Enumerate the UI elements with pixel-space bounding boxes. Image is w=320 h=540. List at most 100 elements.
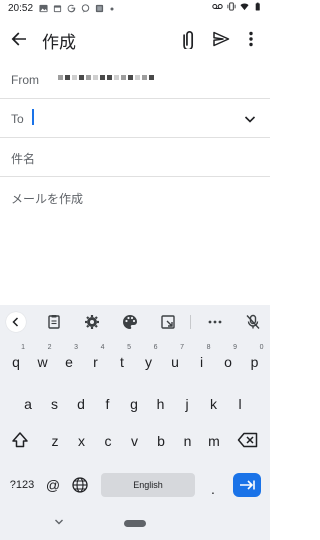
redaction-block [65, 75, 70, 80]
palette-icon[interactable] [121, 313, 139, 331]
key-label: o [224, 354, 232, 370]
globe-icon[interactable] [71, 476, 89, 494]
redaction-block [121, 75, 126, 80]
key-number-hint: 0 [259, 344, 264, 351]
redaction-block [128, 75, 133, 80]
redaction-block [79, 75, 84, 80]
image-icon [39, 4, 48, 13]
resize-icon[interactable] [159, 313, 177, 331]
key-g[interactable]: g [121, 386, 147, 422]
redaction-block [149, 75, 154, 80]
key-row-3: zxcvbnm [0, 423, 270, 463]
key-number-hint: 2 [47, 344, 52, 351]
key-t[interactable]: t5 [109, 344, 135, 380]
key-q[interactable]: q1 [3, 344, 29, 380]
key-number-hint: 9 [233, 344, 237, 351]
key-w[interactable]: w2 [30, 344, 56, 380]
google-icon [67, 4, 76, 13]
period-key[interactable]: . [205, 477, 221, 501]
page-title: 作成 [42, 33, 76, 52]
redaction-block [58, 75, 63, 80]
vibrate-icon [227, 2, 236, 11]
mic-off-icon[interactable] [244, 313, 262, 331]
redaction-block [135, 75, 140, 80]
from-label: From [11, 73, 39, 87]
wifi-icon [240, 3, 249, 11]
to-field[interactable]: To [0, 99, 270, 138]
clipboard-icon[interactable] [45, 313, 63, 331]
redaction-block [93, 75, 98, 80]
key-x[interactable]: x [69, 423, 95, 459]
key-label: q [12, 354, 20, 370]
space-bar[interactable]: English [101, 473, 195, 497]
key-v[interactable]: v [122, 423, 148, 459]
key-label: e [65, 354, 73, 370]
calendar-icon [53, 5, 62, 13]
status-bar: 20:52 [0, 0, 270, 17]
more-icon[interactable] [206, 313, 224, 331]
redaction-block [142, 75, 147, 80]
key-number-hint: 6 [153, 344, 158, 351]
redaction-block [107, 75, 112, 80]
to-label: To [11, 112, 24, 126]
key-row-4: ?123 @ English . [0, 471, 270, 511]
more-vert-icon[interactable] [244, 29, 258, 49]
redaction-block [72, 75, 77, 80]
key-n[interactable]: n [175, 423, 201, 459]
status-system-icons [212, 2, 262, 11]
subject-placeholder: 件名 [11, 152, 36, 166]
key-o[interactable]: o9 [215, 344, 241, 380]
settings-icon[interactable] [83, 313, 101, 331]
enter-key[interactable] [233, 473, 261, 497]
toolbar-divider [190, 315, 191, 329]
key-label: r [93, 354, 98, 370]
battery-icon [255, 2, 260, 11]
key-f[interactable]: f [95, 386, 121, 422]
key-b[interactable]: b [148, 423, 174, 459]
keyboard-toolbar [0, 305, 270, 340]
key-c[interactable]: c [95, 423, 121, 459]
home-handle[interactable] [124, 520, 146, 527]
key-l[interactable]: l [227, 386, 253, 422]
photos-icon [95, 4, 104, 13]
key-k[interactable]: k [201, 386, 227, 422]
arrow-back-icon[interactable] [9, 29, 29, 49]
key-h[interactable]: h [148, 386, 174, 422]
key-a[interactable]: a [15, 386, 41, 422]
shift-icon[interactable] [9, 429, 31, 451]
redaction-block [114, 75, 119, 80]
chevron-down-icon[interactable] [53, 516, 65, 528]
key-p[interactable]: p0 [242, 344, 268, 380]
key-i[interactable]: i8 [189, 344, 215, 380]
send-icon[interactable] [211, 29, 231, 49]
key-u[interactable]: u7 [162, 344, 188, 380]
key-s[interactable]: s [42, 386, 68, 422]
key-row-1: q1w2e3r4t5y6u7i8o9p0 [0, 344, 270, 384]
redaction-block [100, 75, 105, 80]
backspace-icon[interactable] [237, 431, 259, 449]
key-label: y [145, 354, 152, 370]
key-d[interactable]: d [68, 386, 94, 422]
key-z[interactable]: z [42, 423, 68, 459]
voicemail-icon [212, 4, 223, 9]
key-e[interactable]: e3 [56, 344, 82, 380]
key-row-2: asdfghjkl [0, 384, 270, 424]
soft-keyboard: q1w2e3r4t5y6u7i8o9p0 asdfghjkl zxcvbnm ?… [0, 305, 270, 508]
at-key[interactable]: @ [42, 473, 64, 497]
space-bar-label: English [133, 480, 163, 490]
app-bar: 作成 [0, 17, 270, 61]
back-icon[interactable] [6, 312, 26, 332]
key-label: p [250, 354, 259, 370]
key-j[interactable]: j [174, 386, 200, 422]
subject-field[interactable]: 件名 [0, 138, 270, 177]
key-label: i [199, 354, 204, 370]
key-y[interactable]: y6 [136, 344, 162, 380]
key-m[interactable]: m [201, 423, 227, 459]
from-field[interactable]: From [0, 61, 270, 99]
chevron-down-icon[interactable] [242, 111, 258, 127]
body-field[interactable]: メールを作成 [11, 190, 83, 207]
paperclip-icon[interactable] [178, 29, 198, 49]
symbols-key[interactable]: ?123 [8, 473, 36, 497]
key-r[interactable]: r4 [83, 344, 109, 380]
key-number-hint: 4 [100, 344, 105, 351]
